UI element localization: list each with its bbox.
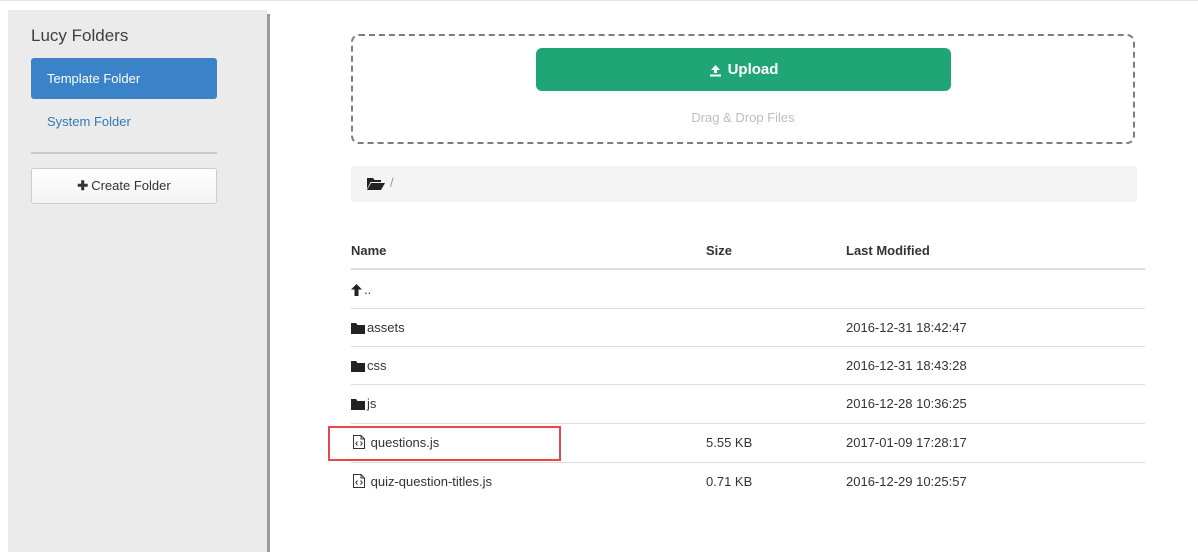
file-name: js xyxy=(367,396,377,411)
drop-hint: Drag & Drop Files xyxy=(691,110,795,125)
folder-icon xyxy=(351,361,365,372)
sidebar-separator xyxy=(267,14,270,552)
create-folder-button[interactable]: ✚ Create Folder xyxy=(31,168,217,204)
file-name: quiz-question-titles.js xyxy=(370,474,493,489)
column-header-name[interactable]: Name xyxy=(351,243,386,258)
file-name: css xyxy=(367,358,387,373)
file-modified: 2016-12-28 10:36:25 xyxy=(846,396,967,411)
upload-button[interactable]: Upload xyxy=(536,48,951,91)
file-modified: 2016-12-29 10:25:57 xyxy=(846,474,967,489)
file-modified: 2016-12-31 18:42:47 xyxy=(846,320,967,335)
file-size: 5.55 KB xyxy=(706,435,753,450)
file-modified: 2017-01-09 17:28:17 xyxy=(846,435,967,450)
sidebar-item-template-folder[interactable]: Template Folder xyxy=(31,58,217,99)
upload-icon xyxy=(709,65,721,77)
table-row[interactable]: assets 2016-12-31 18:42:47 xyxy=(351,308,1145,347)
file-name-link[interactable]: assets xyxy=(351,320,405,335)
upload-label: Upload xyxy=(727,61,779,78)
file-code-icon xyxy=(353,474,365,488)
table-row[interactable]: quiz-question-titles.js 0.71 KB 2016-12-… xyxy=(351,462,1145,501)
column-header-size[interactable]: Size xyxy=(706,243,732,258)
plus-icon: ✚ xyxy=(77,178,89,193)
folder-open-icon[interactable] xyxy=(367,177,385,195)
parent-directory-link[interactable]: .. xyxy=(351,282,371,297)
breadcrumb: / xyxy=(351,166,1137,202)
parent-link-label: .. xyxy=(364,282,372,297)
breadcrumb-separator: / xyxy=(390,175,394,190)
file-name: assets xyxy=(367,320,405,335)
create-folder-label: Create Folder xyxy=(91,178,171,193)
file-name-link[interactable]: js xyxy=(351,396,376,411)
file-modified: 2016-12-31 18:43:28 xyxy=(846,358,967,373)
folder-icon xyxy=(351,323,365,334)
arrow-up-icon xyxy=(351,284,362,296)
file-size: 0.71 KB xyxy=(706,474,753,489)
sidebar-divider xyxy=(31,152,217,154)
sidebar-item-system-folder[interactable]: System Folder xyxy=(31,101,217,142)
table-row[interactable]: css 2016-12-31 18:43:28 xyxy=(351,346,1145,385)
sidebar: Lucy Folders Template Folder System Fold… xyxy=(8,10,267,552)
top-border xyxy=(0,0,1198,1)
table-row-parent[interactable]: .. xyxy=(351,268,1145,308)
table-row[interactable]: js 2016-12-28 10:36:25 xyxy=(351,384,1145,423)
file-name-link[interactable]: css xyxy=(351,358,387,373)
sidebar-title: Lucy Folders xyxy=(31,26,129,45)
column-header-last-modified[interactable]: Last Modified xyxy=(846,243,930,258)
folder-icon xyxy=(351,399,365,410)
file-name-link[interactable]: quiz-question-titles.js xyxy=(353,474,492,489)
highlight-annotation xyxy=(328,426,561,461)
